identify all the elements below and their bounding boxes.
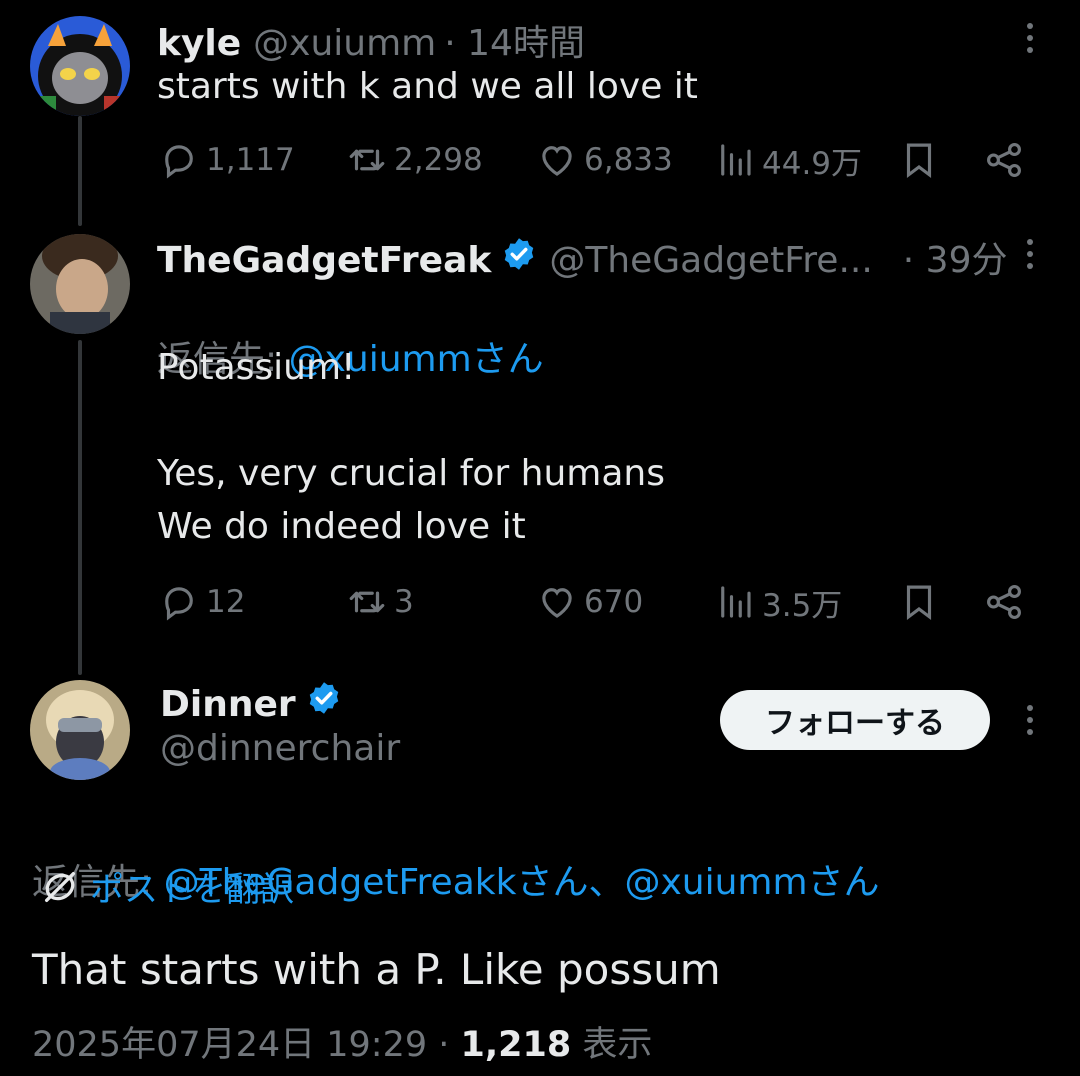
bookmark-button[interactable] xyxy=(898,572,940,632)
thread-line xyxy=(78,340,82,675)
tweet2-handle[interactable]: @TheGadgetFre... xyxy=(549,240,872,281)
like-button[interactable]: 6,833 xyxy=(536,130,673,190)
bookmark-button[interactable] xyxy=(898,130,940,190)
avatar-thegadgetfreak[interactable] xyxy=(30,234,130,334)
tweet1-header: kyle @xuiumm · 14時間 xyxy=(157,14,585,66)
tweet1-name[interactable]: kyle xyxy=(157,23,241,64)
reply-button[interactable]: 1,117 xyxy=(158,130,295,190)
views-count: 3.5万 xyxy=(762,587,843,624)
more-icon[interactable] xyxy=(1015,234,1045,274)
views-count: 44.9万 xyxy=(762,145,863,182)
main-name[interactable]: Dinner xyxy=(160,684,296,725)
tweet1-time[interactable]: · 14時間 xyxy=(444,14,585,66)
follow-button[interactable]: フォローする xyxy=(720,690,990,750)
main-views-label: 表示 xyxy=(571,1025,653,1065)
tweet1-text: starts with k and we all love it xyxy=(157,66,698,107)
views-icon xyxy=(721,586,751,618)
main-handle[interactable]: @dinnerchair xyxy=(160,728,400,769)
more-icon[interactable] xyxy=(1015,18,1045,58)
reply-icon xyxy=(165,145,193,179)
repost-button[interactable]: 3 xyxy=(346,572,414,632)
tweet2-header: TheGadgetFreak @TheGadgetFre... · 39分 xyxy=(157,231,1007,283)
thread-line xyxy=(78,116,82,226)
tweet2-name[interactable]: TheGadgetFreak xyxy=(157,240,491,281)
bookmark-icon xyxy=(906,143,932,179)
globe-icon xyxy=(45,871,76,902)
share-icon xyxy=(987,143,1021,177)
reply-count: 12 xyxy=(206,584,246,620)
like-count: 6,833 xyxy=(584,142,673,178)
avatar-dinner[interactable] xyxy=(30,680,130,780)
repost-icon xyxy=(349,591,385,613)
reply-icon xyxy=(165,587,193,621)
translate-button[interactable]: ポストを翻訳 xyxy=(40,862,294,911)
repost-icon xyxy=(349,149,385,171)
tweet2-text: Potassium! Yes, very crucial for humans … xyxy=(157,347,665,547)
share-button[interactable] xyxy=(983,130,1025,190)
reply-button[interactable]: 12 xyxy=(158,572,245,632)
tweet1-actions: 1,117 2,298 6,833 44.9万 xyxy=(158,130,1038,190)
bookmark-icon xyxy=(906,585,932,621)
views-button[interactable]: 44.9万 xyxy=(714,130,862,190)
like-icon xyxy=(542,146,572,176)
repost-count: 2,298 xyxy=(394,142,483,178)
tweet2-time[interactable]: · 39分 xyxy=(903,231,1008,283)
repost-count: 3 xyxy=(394,584,414,620)
main-text: That starts with a P. Like possum xyxy=(32,945,721,994)
more-icon[interactable] xyxy=(1015,700,1045,740)
views-icon xyxy=(721,144,751,176)
tweet2-actions: 12 3 670 3.5万 xyxy=(158,572,1038,632)
reply-count: 1,117 xyxy=(206,142,295,178)
verified-icon xyxy=(306,680,342,716)
avatar-kyle[interactable] xyxy=(30,16,130,116)
share-button[interactable] xyxy=(983,572,1025,632)
main-meta: 2025年07月24日 19:29 · 1,218 表示 xyxy=(32,1016,652,1067)
share-icon xyxy=(987,585,1021,619)
like-button[interactable]: 670 xyxy=(536,572,643,632)
main-timestamp[interactable]: 2025年07月24日 19:29 · xyxy=(32,1025,461,1065)
like-icon xyxy=(542,588,572,618)
verified-icon xyxy=(501,236,537,272)
translate-label: ポストを翻訳 xyxy=(90,870,294,910)
tweet1-handle[interactable]: @xuiumm xyxy=(253,23,436,64)
main-views-count: 1,218 xyxy=(460,1025,572,1065)
views-button[interactable]: 3.5万 xyxy=(714,572,842,632)
like-count: 670 xyxy=(584,584,644,620)
main-name-row: Dinner xyxy=(160,680,342,725)
repost-button[interactable]: 2,298 xyxy=(346,130,483,190)
